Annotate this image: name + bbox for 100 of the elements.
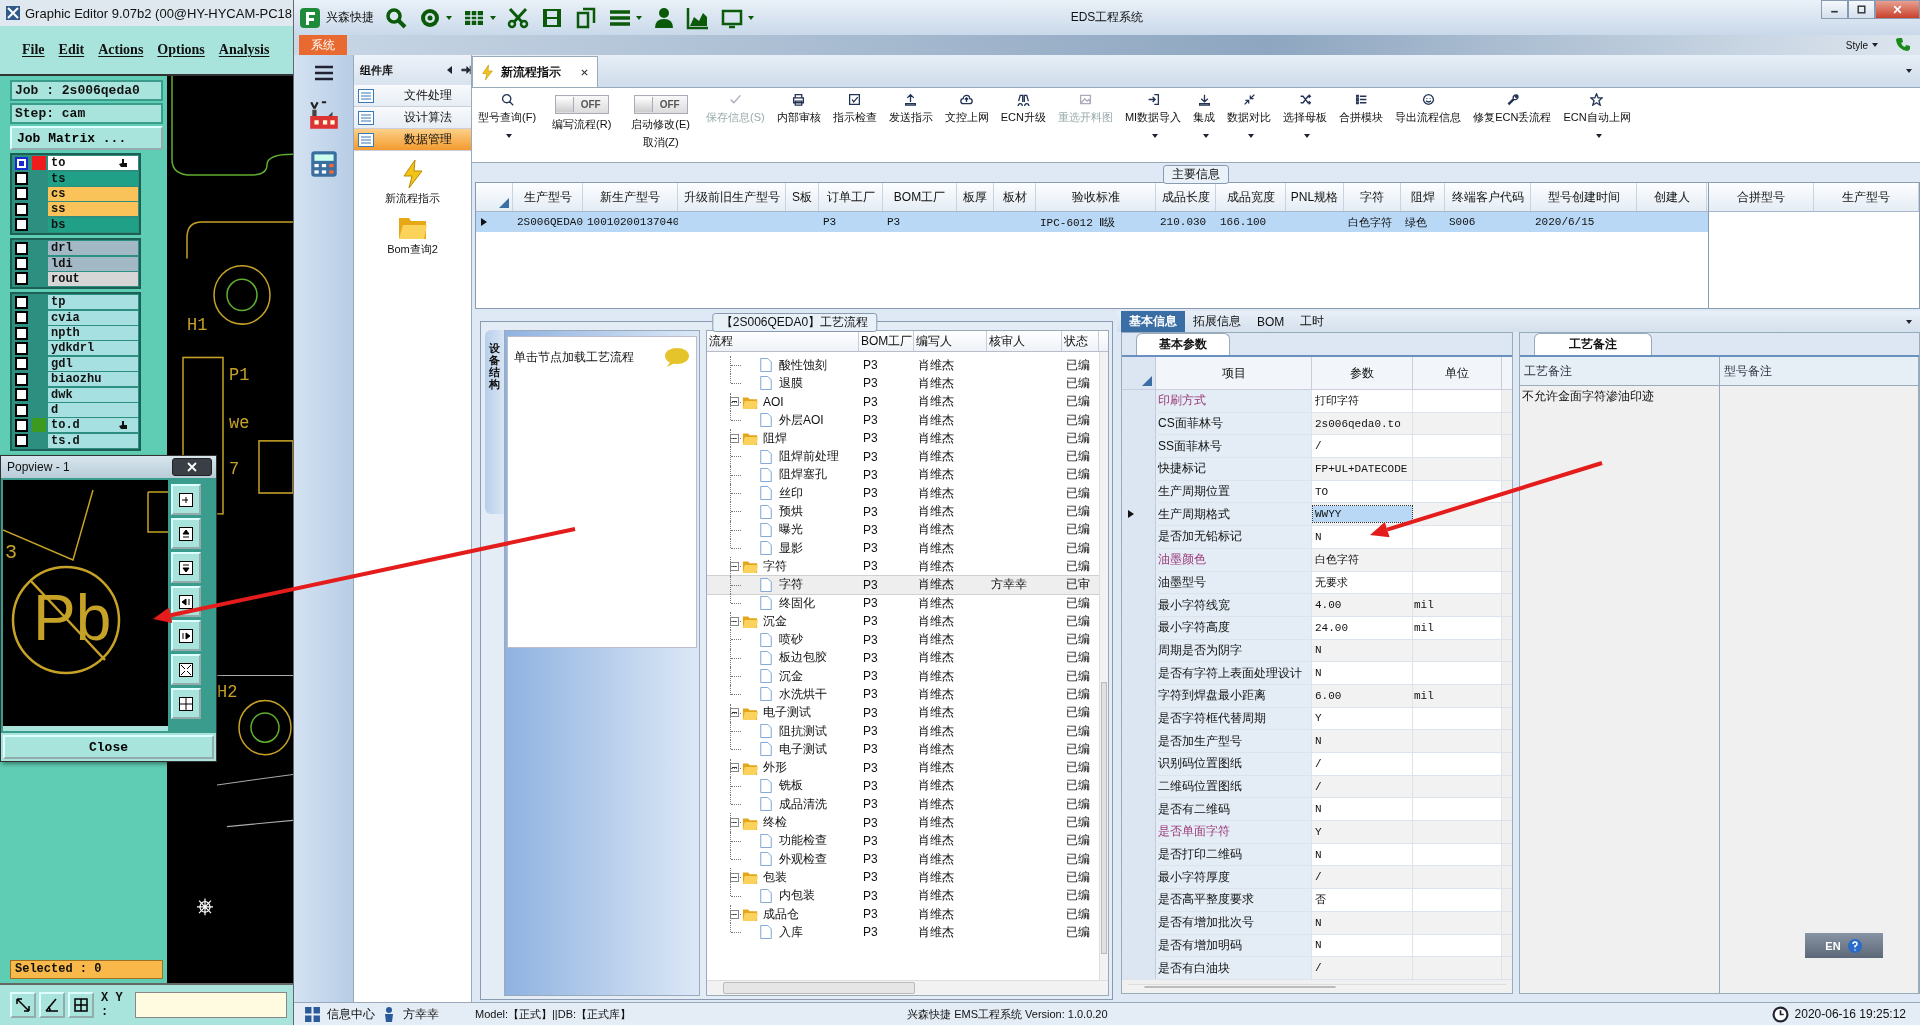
menu-item[interactable]: Analysis (218, 42, 270, 58)
layer-name[interactable]: ydkdrl (48, 341, 138, 356)
param-value[interactable]: N (1313, 846, 1324, 863)
tree-row[interactable]: 终检 P3 肖维杰 已编 (707, 813, 1099, 832)
tree-row[interactable]: 功能检查 P3 肖维杰 已编 (707, 831, 1099, 850)
layer-name[interactable]: dwk (48, 387, 138, 402)
toolbar-button[interactable]: 合拼模块 (1339, 90, 1384, 125)
tree-row[interactable]: 丝印 P3 肖维杰 已编 (707, 484, 1099, 503)
side-tab[interactable]: 设备结构 (485, 330, 504, 514)
param-value[interactable]: N (1313, 801, 1324, 818)
layer-checkbox[interactable] (15, 218, 28, 232)
param-row[interactable]: 快捷标记 FP+UL+DATECODE (1122, 458, 1512, 481)
param-value[interactable]: N (1313, 642, 1324, 659)
column-header[interactable]: 合拼型号 (1709, 183, 1814, 211)
caret-icon[interactable] (1906, 319, 1912, 324)
param-row[interactable]: 是否字符框代替周期 Y (1122, 707, 1512, 731)
column-header[interactable]: 核审人 (987, 331, 1062, 351)
tree-row[interactable]: AOI P3 肖维杰 已编 (707, 392, 1099, 411)
tree-row[interactable]: 喷砂 P3 肖维杰 已编 (707, 630, 1099, 649)
shortcut-item[interactable]: Bom查询2 (364, 214, 461, 257)
param-value[interactable]: / (1313, 869, 1324, 886)
scrollbar[interactable] (1099, 352, 1108, 980)
param-row[interactable]: CS面菲林号 2s006qeda0.to (1122, 412, 1512, 436)
column-header[interactable]: 型号创建时间 (1531, 183, 1637, 211)
param-row[interactable]: 最小字符高度 24.00 mil (1122, 616, 1512, 640)
tab[interactable]: BOM (1249, 311, 1293, 332)
tree-row[interactable]: 电子测试 P3 肖维杰 已编 (707, 740, 1099, 759)
table-row[interactable]: 2S006QEDA0 10010200137040 P3 P3 IPC-6012 Ⅱ级 210.030 166.100 白色字符 绿色 S006 2020/6/15 (476, 212, 1708, 232)
param-row[interactable]: 字符到焊盘最小距离 6.00 mil (1122, 684, 1512, 708)
layer-checkbox[interactable] (15, 342, 28, 355)
tree-row[interactable]: 阻抗测试 P3 肖维杰 已编 (707, 721, 1099, 741)
layer-name[interactable]: bs (48, 217, 138, 232)
param-row[interactable]: 是否打印二维码 N (1122, 843, 1512, 867)
language-bar[interactable]: EN (1805, 933, 1883, 958)
layer-name[interactable]: drl (48, 241, 138, 256)
param-row[interactable]: 油墨型号 无要求 (1122, 571, 1512, 595)
collapse-icon[interactable] (730, 708, 739, 718)
menu-item[interactable]: Options (157, 42, 205, 58)
param-row[interactable]: 周期是否为阴字 N (1122, 639, 1512, 663)
param-value[interactable]: N (1313, 733, 1324, 750)
layer-name[interactable]: ss (48, 202, 138, 217)
column-header[interactable]: 验收标准 (1036, 183, 1156, 211)
tree-row[interactable]: 成品仓 P3 肖维杰 已编 (707, 904, 1099, 924)
param-value[interactable]: N (1313, 937, 1324, 954)
layer-name[interactable]: gdl (48, 356, 138, 371)
tree-row[interactable]: 终固化 P3 肖维杰 已编 (707, 593, 1099, 613)
measure-tool-button[interactable] (39, 992, 65, 1018)
collapse-icon[interactable] (730, 763, 739, 773)
column-header[interactable]: PNL规格 (1286, 183, 1344, 211)
column-header[interactable]: 板厚 (957, 183, 994, 211)
caret-icon[interactable] (506, 134, 512, 138)
param-row[interactable]: 印刷方式 打印字符 (1122, 390, 1512, 413)
tree-row[interactable]: 板边包胶 P3 肖维杰 已编 (707, 648, 1099, 668)
info-center-link[interactable]: 信息中心 (327, 1005, 375, 1023)
param-row[interactable]: 是否有二维码 N (1122, 798, 1512, 822)
tree-row[interactable]: 预烘 P3 肖维杰 已编 (707, 502, 1099, 521)
column-header[interactable]: BOM工厂 (883, 183, 957, 211)
layer-checkbox[interactable] (15, 241, 28, 255)
column-header[interactable]: 创建人 (1637, 183, 1707, 211)
layer-name[interactable]: cs (48, 186, 138, 201)
param-value[interactable]: Y (1313, 710, 1324, 727)
layer-name[interactable]: d (48, 403, 138, 418)
layer-checkbox[interactable] (15, 311, 28, 325)
toolbar-button[interactable]: 文控上网 (944, 90, 989, 125)
column-header[interactable]: BOM工厂 (859, 331, 914, 351)
toolbar-button[interactable]: 集成 (1193, 90, 1216, 125)
column-header[interactable]: 板材 (994, 183, 1036, 211)
toolbar-button[interactable]: 修复ECN丢流程 (1473, 90, 1552, 125)
param-value[interactable]: N (1313, 528, 1324, 545)
caret-icon[interactable] (1906, 69, 1912, 73)
param-row[interactable]: 生产周期格式 WWYY (1122, 503, 1512, 527)
toolbar-button[interactable]: MI数据导入 (1124, 90, 1182, 125)
layer-checkbox[interactable] (15, 295, 28, 309)
caret-icon[interactable] (1203, 134, 1210, 138)
tree-row[interactable]: 内包装 P3 肖维杰 已编 (707, 886, 1099, 905)
param-value[interactable]: N (1313, 665, 1324, 682)
column-header[interactable]: S板 (786, 183, 819, 211)
shortcut-item[interactable]: 新流程指示 (364, 159, 461, 206)
layer-name[interactable]: biaozhu (48, 372, 138, 387)
layer-checkbox[interactable] (15, 156, 28, 170)
layer-status-swatch[interactable] (32, 418, 46, 433)
toggle-switch[interactable]: OFF (554, 95, 609, 114)
caret-icon[interactable] (446, 15, 452, 20)
copy-icon[interactable] (574, 5, 598, 30)
menu-item[interactable]: Edit (58, 42, 85, 58)
column-header[interactable]: 项目 (1156, 357, 1312, 389)
view-button[interactable] (171, 620, 201, 651)
menu-item[interactable]: Actions (98, 42, 144, 58)
param-row[interactable]: 是否加无铅标记 N (1122, 526, 1512, 549)
param-value[interactable]: / (1313, 960, 1324, 977)
toolbar-button[interactable]: ECN升级 (1000, 90, 1046, 125)
param-value[interactable]: TO (1313, 483, 1331, 500)
param-row[interactable]: 最小字符线宽 4.00 mil (1122, 594, 1512, 617)
tree-row[interactable]: 外形 P3 肖维杰 已编 (707, 758, 1099, 777)
view-button[interactable] (171, 484, 201, 515)
param-value[interactable]: / (1313, 755, 1324, 772)
close-button[interactable] (172, 458, 212, 476)
layer-name[interactable]: cvia (48, 310, 138, 325)
param-value[interactable]: WWYY (1313, 506, 1412, 523)
panel-item[interactable]: 文件处理 (354, 85, 471, 107)
